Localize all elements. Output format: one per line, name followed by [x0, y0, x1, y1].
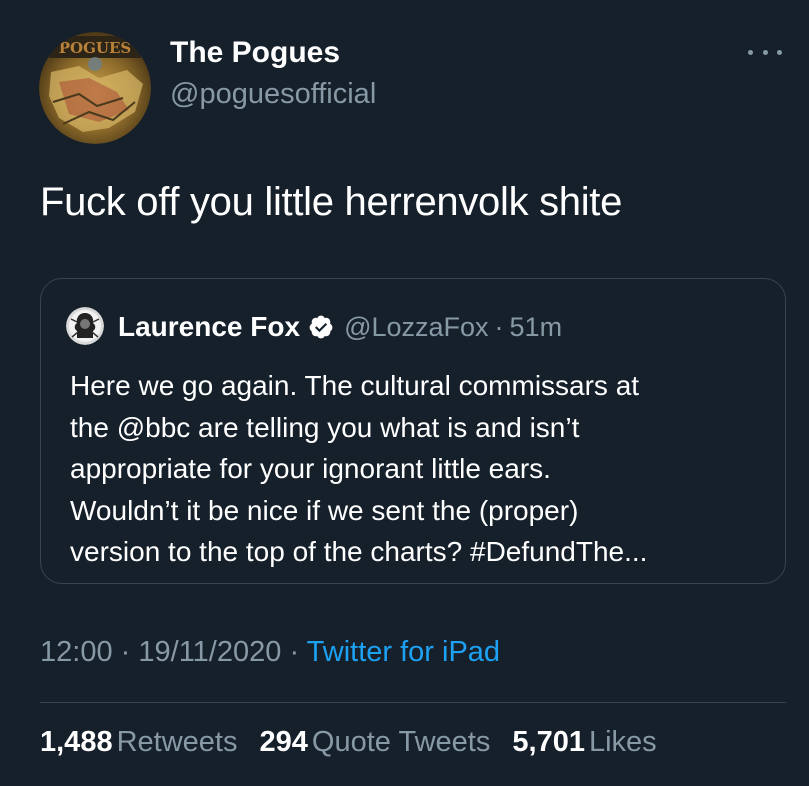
- verified-badge-icon: [309, 315, 333, 339]
- quoted-tweet-header: Laurence Fox @LozzaFox · 51m: [118, 309, 562, 345]
- tweet-time[interactable]: 12:00: [40, 636, 113, 668]
- quote-tweets-count: 294: [259, 726, 308, 758]
- meta-separator: ·: [289, 636, 300, 668]
- svg-text:POGUES: POGUES: [59, 39, 132, 57]
- quoted-author-handle[interactable]: @LozzaFox: [344, 312, 488, 343]
- quoted-tweet-card[interactable]: Laurence Fox @LozzaFox · 51m Here we go …: [40, 278, 786, 584]
- quoted-tweet-text: Here we go again. The cultural commissar…: [70, 365, 770, 573]
- likes-stat[interactable]: 5,701 Likes: [512, 726, 656, 758]
- likes-count: 5,701: [512, 726, 585, 758]
- retweets-stat[interactable]: 1,488 Retweets: [40, 726, 237, 758]
- tweet-date[interactable]: 19/11/2020: [138, 636, 281, 668]
- retweets-label: Retweets: [116, 726, 238, 758]
- author-name[interactable]: The Pogues: [170, 36, 340, 70]
- retweets-count: 1,488: [40, 726, 113, 758]
- author-handle[interactable]: @poguesofficial: [170, 78, 376, 111]
- author-avatar[interactable]: POGUES: [39, 32, 151, 144]
- tweet-meta: 12:00 · 19/11/2020 · Twitter for iPad: [40, 636, 500, 669]
- quoted-text-line: Wouldn’t it be nice if we sent the (prop…: [70, 494, 579, 526]
- quoted-text-line: appropriate for your ignorant little ear…: [70, 453, 551, 484]
- quoted-time-ago[interactable]: 51m: [510, 312, 563, 343]
- divider: [40, 702, 786, 703]
- quoted-separator: ·: [494, 311, 504, 342]
- quote-tweets-stat[interactable]: 294 Quote Tweets: [260, 726, 491, 758]
- meta-separator: ·: [120, 636, 131, 668]
- tweet-source-link[interactable]: Twitter for iPad: [307, 636, 500, 668]
- tweet-text: Fuck off you little herrenvolk shite: [40, 180, 623, 224]
- quoted-text-line: version to the top of the charts? #Defun…: [70, 536, 648, 567]
- likes-label: Likes: [588, 726, 657, 758]
- quote-tweets-label: Quote Tweets: [311, 726, 491, 758]
- quoted-author-name[interactable]: Laurence Fox: [118, 311, 300, 343]
- quoted-text-line: Here we go again. The cultural commissar…: [70, 370, 640, 401]
- quoted-text-line: the @bbc are telling you what is and isn…: [70, 411, 580, 443]
- tweet-stats: 1,488 Retweets 294 Quote Tweets 5,701 Likes: [40, 726, 671, 759]
- quoted-author-avatar[interactable]: [66, 307, 104, 345]
- more-horizontal-icon[interactable]: [748, 40, 782, 64]
